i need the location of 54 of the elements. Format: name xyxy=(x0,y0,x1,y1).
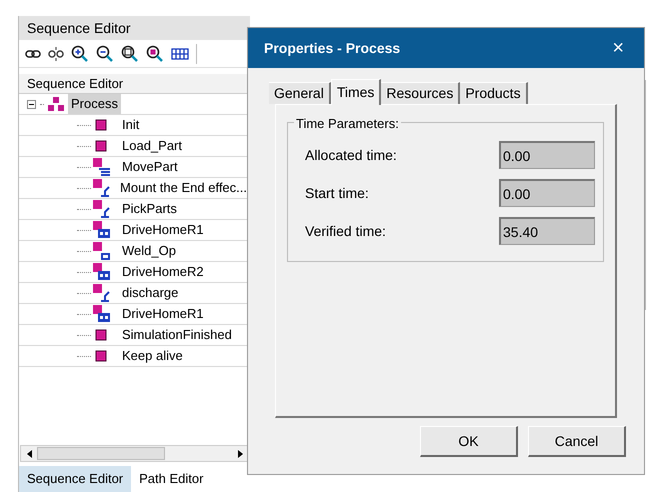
robot-arm-icon xyxy=(93,284,111,302)
scroll-left-icon[interactable] xyxy=(26,450,32,458)
drive-icon xyxy=(93,305,111,323)
tree-item[interactable]: DriveHomeR1 xyxy=(119,304,207,324)
hierarchy-icon xyxy=(48,96,64,112)
robot-arm-icon xyxy=(93,179,111,197)
tree-item[interactable]: Weld_Op xyxy=(119,241,179,261)
grid-icon[interactable] xyxy=(171,46,189,62)
field-label: Allocated time: xyxy=(305,146,397,164)
link-icon[interactable] xyxy=(25,48,41,60)
dialog-tab[interactable]: Resources xyxy=(381,82,460,104)
bottom-tab[interactable]: Sequence Editor xyxy=(19,466,132,492)
unlink-icon[interactable] xyxy=(48,46,64,60)
time-field[interactable]: 0.00 xyxy=(499,179,595,207)
tree-item[interactable]: Mount the End effec... xyxy=(117,178,250,198)
tree-item[interactable]: MovePart xyxy=(119,157,181,177)
square-icon xyxy=(93,117,109,133)
time-field[interactable]: 35.40 xyxy=(499,217,595,245)
close-button[interactable]: × xyxy=(608,38,628,58)
zoom-fit-icon[interactable] xyxy=(121,44,139,62)
zoom-selection-icon[interactable] xyxy=(146,44,164,62)
field-label: Verified time: xyxy=(305,222,386,240)
tree-item[interactable]: DriveHomeR2 xyxy=(119,262,207,282)
dialog-button[interactable]: Cancel xyxy=(528,426,626,457)
scroll-right-icon[interactable] xyxy=(238,450,242,458)
dialog-button[interactable]: OK xyxy=(420,426,518,457)
zoom-in-icon[interactable] xyxy=(71,44,89,62)
drive-icon xyxy=(93,263,111,281)
dialog-title: Properties - Process xyxy=(264,38,400,58)
square-icon xyxy=(93,348,109,364)
field-label: Start time: xyxy=(305,184,369,202)
tree-item[interactable]: Keep alive xyxy=(119,346,186,366)
tree-item[interactable]: DriveHomeR1 xyxy=(119,220,207,240)
move-icon xyxy=(93,158,111,176)
tree-item[interactable]: PickParts xyxy=(119,199,180,219)
dialog-tab[interactable]: Times xyxy=(330,79,382,105)
scrollbar-thumb[interactable] xyxy=(37,447,165,460)
column-header: Sequence Editor xyxy=(19,74,250,94)
square-icon xyxy=(93,327,109,343)
square-icon xyxy=(93,138,109,154)
panel-title: Sequence Editor xyxy=(19,16,250,40)
collapse-toggle[interactable] xyxy=(27,100,36,108)
tree-item[interactable]: discharge xyxy=(119,283,182,303)
drive-icon xyxy=(93,221,111,239)
dialog-tab[interactable]: General xyxy=(269,82,331,104)
weld-icon xyxy=(93,242,111,260)
zoom-out-icon[interactable] xyxy=(96,44,114,62)
robot-arm-icon xyxy=(93,200,111,218)
tree-item[interactable]: Process xyxy=(68,94,121,114)
time-field[interactable]: 0.00 xyxy=(499,141,595,169)
tree-item[interactable]: SimulationFinished xyxy=(119,325,235,345)
tree-item[interactable]: Load_Part xyxy=(119,136,185,156)
tree-item[interactable]: Init xyxy=(119,115,142,135)
dialog-tab[interactable]: Products xyxy=(460,82,528,104)
